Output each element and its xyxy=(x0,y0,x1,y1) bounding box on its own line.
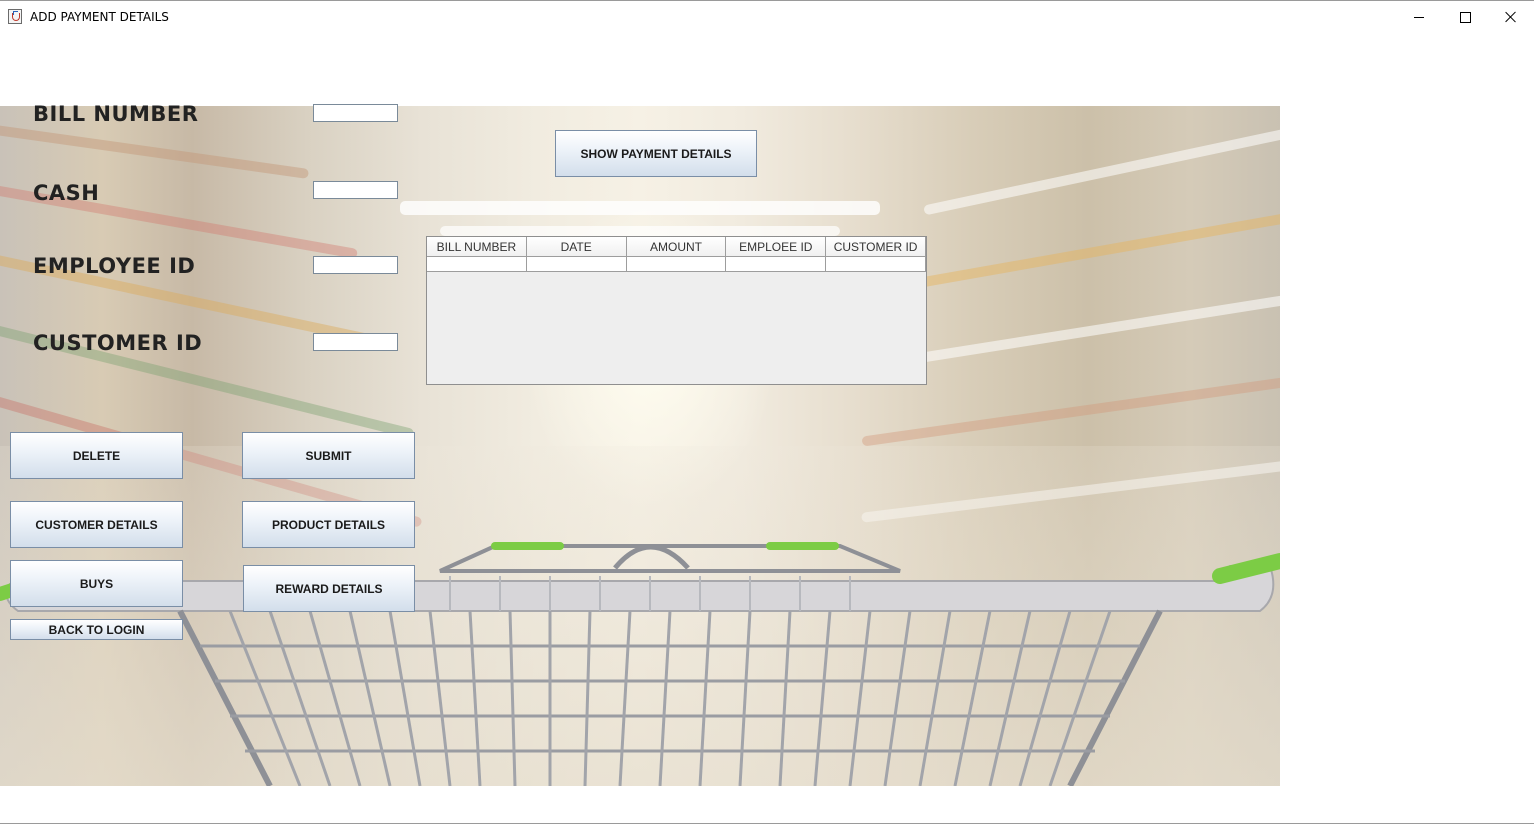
cash-input[interactable] xyxy=(313,181,398,199)
column-header-date[interactable]: DATE xyxy=(526,237,627,257)
close-icon xyxy=(1505,11,1517,23)
supermarket-background-image xyxy=(0,106,1280,786)
table-header: BILL NUMBER DATE AMOUNT EMPLOEE ID CUSTO… xyxy=(427,237,926,257)
cash-label: CASH xyxy=(33,181,100,205)
delete-button[interactable]: DELETE xyxy=(10,432,183,479)
customer-id-label: CUSTOMER ID xyxy=(33,331,203,355)
table-cell[interactable] xyxy=(726,257,827,272)
customer-id-input[interactable] xyxy=(313,333,398,351)
employee-id-input[interactable] xyxy=(313,256,398,274)
buys-button[interactable]: BUYS xyxy=(10,560,183,607)
column-header-bill-number[interactable]: BILL NUMBER xyxy=(427,237,527,257)
payment-details-table[interactable]: BILL NUMBER DATE AMOUNT EMPLOEE ID CUSTO… xyxy=(426,236,927,385)
java-app-icon xyxy=(8,9,22,24)
column-header-customer-id[interactable]: CUSTOMER ID xyxy=(826,237,926,257)
customer-details-button[interactable]: CUSTOMER DETAILS xyxy=(10,501,183,548)
close-button[interactable] xyxy=(1488,1,1534,33)
employee-id-label: EMPLOYEE ID xyxy=(33,254,196,278)
table-cell[interactable] xyxy=(626,257,727,272)
back-to-login-button[interactable]: BACK TO LOGIN xyxy=(10,619,183,640)
shopping-cart-illustration xyxy=(0,542,1280,786)
title-bar[interactable]: ADD PAYMENT DETAILS xyxy=(0,1,1534,33)
table-row[interactable] xyxy=(427,257,926,272)
table-cell[interactable] xyxy=(526,257,627,272)
show-payment-details-button[interactable]: SHOW PAYMENT DETAILS xyxy=(555,130,757,177)
reward-details-button[interactable]: REWARD DETAILS xyxy=(243,565,415,612)
table-cell[interactable] xyxy=(826,257,926,272)
maximize-button[interactable] xyxy=(1442,1,1488,33)
bill-number-label: BILL NUMBER xyxy=(33,102,199,126)
column-header-employee-id[interactable]: EMPLOEE ID xyxy=(726,237,827,257)
app-window: ADD PAYMENT DETAILS BILL NUMBER CASH EMP… xyxy=(0,0,1534,824)
bill-number-input[interactable] xyxy=(313,104,398,122)
minimize-button[interactable] xyxy=(1396,1,1442,33)
column-header-amount[interactable]: AMOUNT xyxy=(626,237,727,257)
window-title: ADD PAYMENT DETAILS xyxy=(30,10,169,24)
minimize-icon xyxy=(1414,16,1424,18)
product-details-button[interactable]: PRODUCT DETAILS xyxy=(242,501,415,548)
table-cell[interactable] xyxy=(427,257,527,272)
maximize-icon xyxy=(1459,11,1471,23)
submit-button[interactable]: SUBMIT xyxy=(242,432,415,479)
